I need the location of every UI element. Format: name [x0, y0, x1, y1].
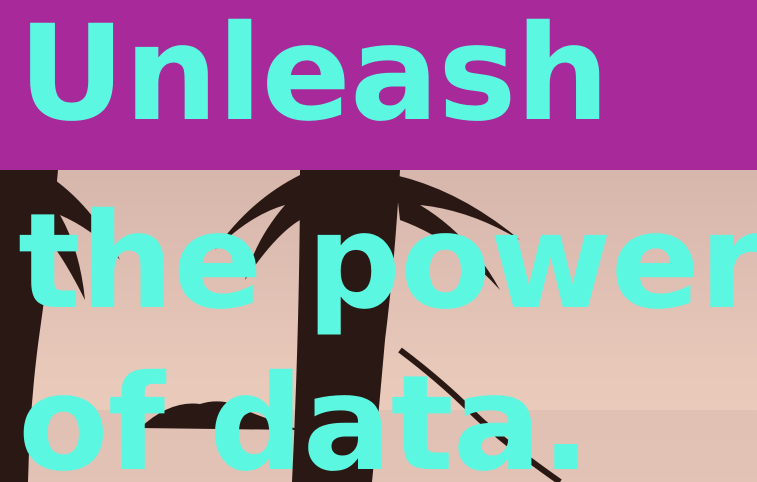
hero-banner: Unleash the power of data.: [0, 0, 757, 482]
headline-line-2: the power: [18, 185, 757, 339]
headline-line-1: Unleash: [18, 0, 610, 151]
headline-line-3: of data.: [18, 347, 591, 482]
headline: Unleash the power of data.: [0, 0, 757, 482]
